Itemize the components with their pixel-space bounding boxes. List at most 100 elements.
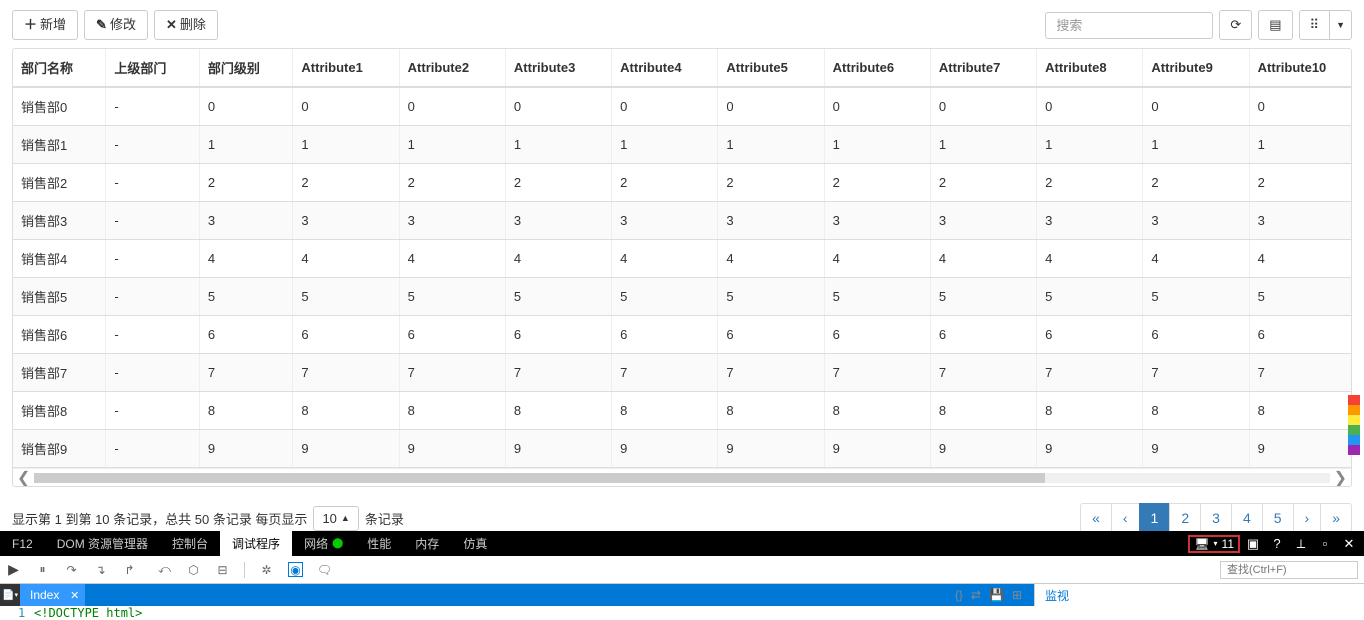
table-cell: 0: [930, 87, 1036, 126]
table-cell: 1: [1249, 126, 1352, 164]
devtools-tab[interactable]: 调试程序: [220, 531, 292, 556]
debugger-mid-icons: {} ⇄ 💾 ⊞: [955, 588, 1022, 602]
target-icon[interactable]: ◉: [288, 562, 303, 577]
devtools-tab[interactable]: 网络⬤: [292, 531, 355, 556]
page-link[interactable]: »: [1320, 503, 1352, 533]
columns-dropdown[interactable]: ⠿ ▼: [1299, 10, 1352, 40]
table-cell: 6: [1249, 316, 1352, 354]
table-cell: 7: [930, 354, 1036, 392]
page-link[interactable]: «: [1080, 503, 1112, 533]
step-out-icon[interactable]: ↱: [122, 562, 137, 577]
toggle-button[interactable]: ▤: [1258, 10, 1292, 40]
devtools-tab[interactable]: 性能: [355, 531, 403, 556]
table-cell: 2: [399, 164, 505, 202]
devtools-tab[interactable]: 仿真: [451, 531, 499, 556]
devtools-tab[interactable]: DOM 资源管理器: [45, 531, 160, 556]
step-over-icon[interactable]: ↷: [64, 562, 79, 577]
table-cell: 4: [1249, 240, 1352, 278]
table-cell: 0: [1143, 87, 1249, 126]
watch-panel-header[interactable]: 监视: [1034, 584, 1364, 606]
column-header[interactable]: Attribute3: [505, 49, 611, 87]
compare-icon[interactable]: ⊞: [1012, 588, 1022, 602]
devtools-tab[interactable]: 控制台: [160, 531, 220, 556]
table-cell: 0: [199, 87, 293, 126]
column-header[interactable]: Attribute6: [824, 49, 930, 87]
column-header[interactable]: 上级部门: [106, 49, 200, 87]
breakpoint-icon[interactable]: ⬡: [186, 562, 201, 577]
column-header[interactable]: Attribute10: [1249, 49, 1352, 87]
table-cell: 2: [1249, 164, 1352, 202]
code-editor[interactable]: 1 <!DOCTYPE html>: [0, 606, 1364, 620]
play-icon[interactable]: ▶: [6, 562, 21, 577]
table-row[interactable]: 销售部6-66666666666666: [13, 316, 1352, 354]
table-row[interactable]: 销售部1-11111111111111: [13, 126, 1352, 164]
scroll-right-icon[interactable]: ❯: [1334, 468, 1347, 488]
table-cell: 8: [1249, 392, 1352, 430]
devtools-pin-icon[interactable]: ⟂: [1290, 533, 1312, 555]
file-tab-index[interactable]: Index ✕: [20, 584, 85, 606]
table-cell: 9: [1143, 430, 1249, 468]
table-row[interactable]: 销售部8-88888888888888: [13, 392, 1352, 430]
search-input[interactable]: [1045, 12, 1213, 39]
horizontal-scrollbar[interactable]: ❮ ❯: [13, 468, 1351, 486]
add-button[interactable]: ＋新增: [12, 10, 78, 40]
close-icon[interactable]: ✕: [70, 589, 79, 602]
column-header[interactable]: Attribute5: [718, 49, 824, 87]
pause-icon[interactable]: ⏸: [35, 562, 50, 577]
table-row[interactable]: 销售部9-99999999999999: [13, 430, 1352, 468]
table-cell: 3: [399, 202, 505, 240]
delete-button[interactable]: ✕删除: [154, 10, 218, 40]
page-link[interactable]: 4: [1231, 503, 1263, 533]
table-cell: 5: [1143, 278, 1249, 316]
save-icon[interactable]: 💾: [989, 588, 1004, 602]
column-header[interactable]: 部门名称: [13, 49, 106, 87]
folder-icon[interactable]: 📄▾: [0, 584, 20, 606]
column-header[interactable]: Attribute1: [293, 49, 399, 87]
devtools-tab[interactable]: 内存: [403, 531, 451, 556]
table-row[interactable]: 销售部2-22222222222222: [13, 164, 1352, 202]
devtools-help-icon[interactable]: ?: [1266, 533, 1288, 555]
table-cell: -: [106, 202, 200, 240]
wand-icon[interactable]: ✲: [259, 562, 274, 577]
table-row[interactable]: 销售部4-44444444444444: [13, 240, 1352, 278]
page-link[interactable]: 5: [1262, 503, 1294, 533]
table-cell: 0: [718, 87, 824, 126]
table-cell: 2: [1037, 164, 1143, 202]
page-link[interactable]: ›: [1293, 503, 1322, 533]
column-header[interactable]: Attribute9: [1143, 49, 1249, 87]
page-link[interactable]: 3: [1200, 503, 1232, 533]
scroll-left-icon[interactable]: ❮: [17, 468, 30, 488]
break-icon[interactable]: ⤺: [157, 562, 172, 577]
devtools-unpin-icon[interactable]: ▫: [1314, 533, 1336, 555]
page-size-select[interactable]: 10 ▲: [313, 506, 358, 531]
wrap-icon[interactable]: ⇄: [971, 588, 981, 602]
edit-button[interactable]: ✎修改: [84, 10, 148, 40]
column-header[interactable]: 部门级别: [199, 49, 293, 87]
page-link[interactable]: 1: [1139, 503, 1171, 533]
devtools-close-icon[interactable]: ✕: [1338, 533, 1360, 555]
chat-icon[interactable]: 🗨: [317, 562, 332, 577]
table-row[interactable]: 销售部0-00000000000000: [13, 87, 1352, 126]
page-link[interactable]: ‹: [1111, 503, 1140, 533]
page-link[interactable]: 2: [1169, 503, 1201, 533]
devtools-console-icon[interactable]: ▣: [1242, 533, 1264, 555]
table-cell: 5: [930, 278, 1036, 316]
table-row[interactable]: 销售部3-33333333333333: [13, 202, 1352, 240]
column-header[interactable]: Attribute8: [1037, 49, 1143, 87]
format-icon[interactable]: {}: [955, 588, 963, 602]
table-cell: 4: [399, 240, 505, 278]
column-header[interactable]: Attribute4: [612, 49, 718, 87]
column-header[interactable]: Attribute2: [399, 49, 505, 87]
table-row[interactable]: 销售部5-55555555555555: [13, 278, 1352, 316]
devtools-f12[interactable]: F12: [0, 531, 45, 556]
devtools-error-badge[interactable]: 🖥▾ 11: [1188, 535, 1240, 553]
table-cell: 9: [718, 430, 824, 468]
table-cell: 7: [1037, 354, 1143, 392]
column-header[interactable]: Attribute7: [930, 49, 1036, 87]
step-into-icon[interactable]: ↴: [93, 562, 108, 577]
devtools-find-input[interactable]: [1220, 561, 1358, 579]
refresh-button[interactable]: ⟳: [1219, 10, 1252, 40]
table-cell: 4: [930, 240, 1036, 278]
table-row[interactable]: 销售部7-77777777777777: [13, 354, 1352, 392]
exception-icon[interactable]: ⊟: [215, 562, 230, 577]
